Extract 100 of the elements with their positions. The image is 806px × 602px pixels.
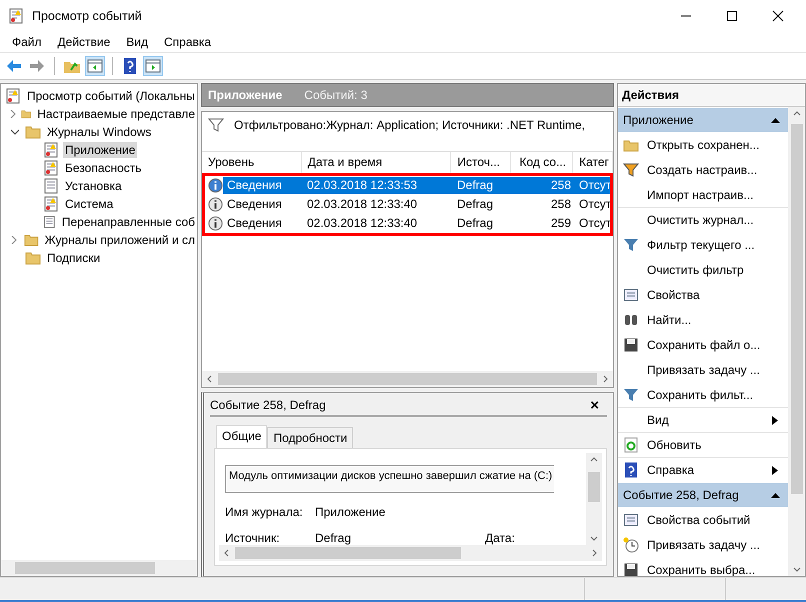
log-icon: [43, 196, 59, 212]
tab[interactable]: Подробности: [267, 427, 354, 448]
action-item[interactable]: Обновить: [618, 432, 788, 457]
filter-icon: [623, 387, 639, 403]
action-item[interactable]: Привязать задачу ...: [618, 357, 788, 382]
action-item[interactable]: Очистить фильтр: [618, 257, 788, 282]
menu-item[interactable]: Вид: [118, 35, 156, 49]
scroll-left-icon[interactable]: [223, 549, 231, 557]
refresh-icon: [623, 437, 639, 453]
action-item[interactable]: Фильтр текущего ...: [618, 232, 788, 257]
tree-item[interactable]: Просмотр событий (Локальны: [1, 87, 197, 105]
filter-icon: [208, 118, 224, 132]
tree-item[interactable]: Журналы приложений и сл: [1, 231, 197, 249]
vertical-scrollbar[interactable]: [586, 453, 602, 545]
group-header[interactable]: Событие 258, Defrag: [618, 483, 788, 507]
pane-icon[interactable]: [143, 56, 163, 76]
filter-text: Отфильтровано:Журнал: Application; Источники: .NET Runtime,: [234, 118, 586, 134]
action-item[interactable]: Импорт настраив...: [618, 182, 788, 207]
scroll-left-icon[interactable]: [206, 375, 214, 383]
horizontal-scrollbar[interactable]: [202, 371, 613, 387]
properties-icon: [623, 287, 639, 303]
collapse-chevron-icon[interactable]: [11, 128, 19, 136]
group-header[interactable]: Приложение: [618, 108, 788, 132]
menu-item[interactable]: Справка: [156, 35, 220, 49]
log-icon: [43, 160, 59, 176]
tab[interactable]: Общие: [216, 425, 268, 448]
submenu-arrow-icon: [772, 466, 778, 474]
horizontal-scrollbar[interactable]: [1, 560, 197, 576]
window-title: Просмотр событий: [32, 9, 142, 23]
collapse-icon[interactable]: [771, 117, 780, 123]
horizontal-scrollbar[interactable]: [219, 545, 602, 561]
table-row[interactable]: Сведения 02.03.2018 12:33:53 Defrag 258 Отсут: [223, 176, 613, 194]
scroll-up-icon[interactable]: [590, 456, 598, 464]
tree-item[interactable]: Подписки: [1, 249, 197, 267]
action-item[interactable]: Найти...: [618, 307, 788, 332]
column-header[interactable]: Катег: [573, 152, 613, 173]
maximize-icon[interactable]: [726, 10, 738, 22]
detail-title: Событие 258, Defrag: [210, 398, 326, 412]
expand-chevron-icon[interactable]: [10, 236, 18, 244]
pane-icon[interactable]: [85, 56, 105, 76]
event-count: Событий: 3: [304, 88, 368, 102]
folder-icon: [24, 232, 39, 248]
scroll-right-icon[interactable]: [601, 375, 609, 383]
submenu-arrow-icon: [772, 416, 778, 424]
column-header[interactable]: Источ...: [451, 152, 512, 173]
column-header[interactable]: Дата и время: [302, 152, 452, 173]
help-icon: [623, 462, 639, 478]
column-header[interactable]: Уровень: [202, 152, 302, 173]
expand-chevron-icon[interactable]: [9, 110, 17, 118]
table-row[interactable]: Сведения 02.03.2018 12:33:40 Defrag 259 Отсут: [223, 214, 613, 232]
menu-item[interactable]: Действие: [50, 35, 118, 49]
tree-item[interactable]: Журналы Windows: [1, 123, 197, 141]
field-label: Источник:: [225, 531, 281, 545]
clock-icon: [623, 537, 639, 553]
scroll-up-icon[interactable]: [792, 110, 800, 118]
vertical-scrollbar[interactable]: [788, 107, 805, 576]
tree-item[interactable]: Безопасность: [1, 159, 197, 177]
floppy-icon: [623, 337, 639, 353]
tree-item[interactable]: Перенаправленные соб: [1, 213, 197, 231]
info-icon: [208, 216, 223, 231]
action-item[interactable]: Привязать задачу ...: [618, 532, 788, 557]
tree-item[interactable]: Система: [1, 195, 197, 213]
field-value: Приложение: [315, 505, 386, 519]
folder-icon: [25, 250, 41, 266]
folder-icon: [25, 124, 41, 140]
close-icon[interactable]: [772, 10, 784, 22]
info-icon: [208, 196, 223, 212]
field-label: Дата:: [485, 531, 515, 545]
info-icon: [208, 178, 223, 193]
action-item[interactable]: Справка: [618, 457, 788, 482]
app-icon: [8, 8, 24, 24]
table-row[interactable]: Сведения 02.03.2018 12:33:40 Defrag 258 Отсут: [223, 196, 613, 213]
field-value: Defrag: [315, 531, 352, 545]
field-label: Имя журнала:: [225, 505, 304, 519]
menu-item[interactable]: Файл: [4, 35, 50, 49]
action-item[interactable]: Сохранить файл о...: [618, 332, 788, 357]
action-item[interactable]: Свойства: [618, 282, 788, 307]
close-button[interactable]: ×: [590, 396, 599, 414]
list-icon: [43, 178, 59, 194]
event-message: Модуль оптимизации дисков успешно завершил сжатие на (C:): [225, 465, 554, 493]
scroll-right-icon[interactable]: [590, 549, 598, 557]
tree-item[interactable]: Приложение: [1, 141, 197, 159]
properties-icon: [623, 512, 639, 528]
action-item[interactable]: Создать настраив...: [618, 157, 788, 182]
action-item[interactable]: Сохранить фильт...: [618, 382, 788, 407]
action-item[interactable]: Открыть сохранен...: [618, 132, 788, 157]
tree-item[interactable]: Настраиваемые представле: [1, 105, 197, 123]
log-icon: [5, 88, 21, 104]
column-header[interactable]: Код со...: [511, 152, 574, 173]
collapse-icon[interactable]: [771, 492, 780, 498]
scroll-down-icon[interactable]: [792, 565, 800, 573]
scroll-down-icon[interactable]: [590, 534, 598, 542]
filter-icon: [623, 162, 639, 178]
pane-title: Приложение: [208, 88, 282, 102]
log-icon: [43, 142, 59, 158]
actions-title: Действия: [618, 84, 805, 107]
filter-icon: [623, 237, 639, 253]
tree-item[interactable]: Установка: [1, 177, 197, 195]
list-icon: [43, 214, 56, 230]
action-item[interactable]: Свойства событий: [618, 507, 788, 532]
